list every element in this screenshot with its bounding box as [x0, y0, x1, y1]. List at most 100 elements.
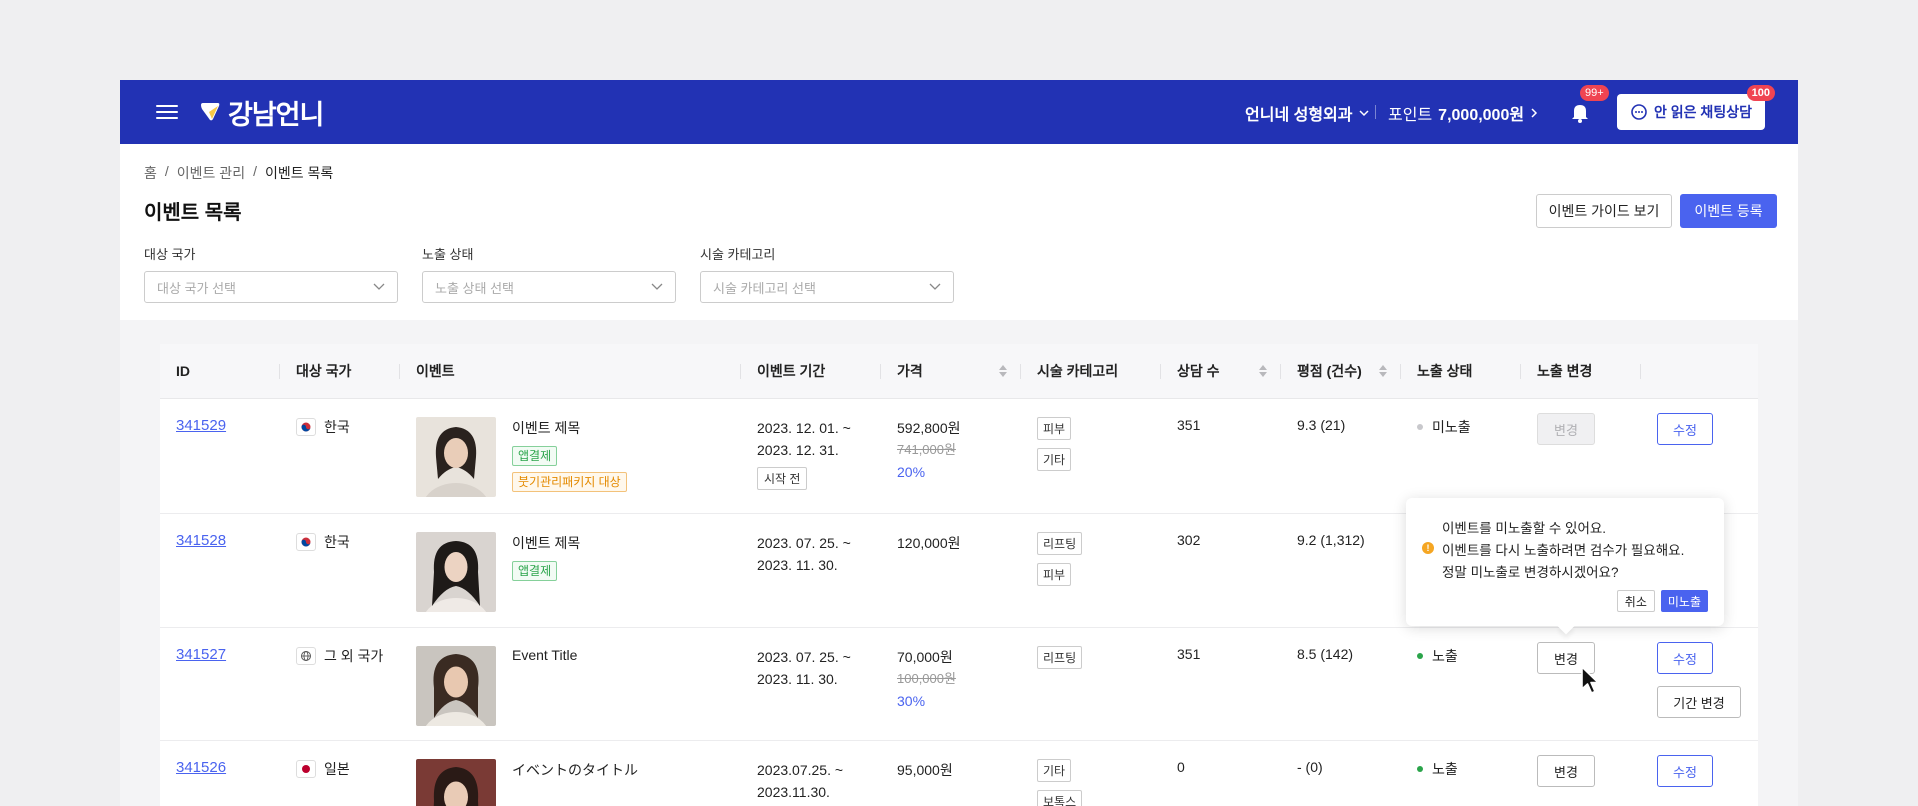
change-exposure-button[interactable]: 변경	[1537, 755, 1595, 787]
chat-badge: 100	[1746, 85, 1775, 101]
country-name: 한국	[324, 419, 350, 435]
column-header-period: 이벤트 기간	[741, 344, 881, 399]
breadcrumb: 홈 / 이벤트 관리 / 이벤트 목록	[144, 163, 333, 183]
column-header-label: 노출 변경	[1537, 363, 1593, 379]
cell-category: 피부 기타	[1021, 399, 1161, 513]
edit-button[interactable]: 수정	[1657, 642, 1713, 674]
event-id-link[interactable]: 341527	[176, 646, 226, 663]
event-thumbnail[interactable]	[416, 759, 496, 806]
filter-exposure: 노출 상태 노출 상태 선택	[422, 244, 676, 303]
breadcrumb-current: 이벤트 목록	[264, 165, 334, 181]
edit-button[interactable]: 수정	[1657, 413, 1713, 445]
cell-actions: 수정 기간 변경	[1641, 628, 1758, 740]
event-id-link[interactable]: 341529	[176, 417, 226, 434]
page-header: 홈 / 이벤트 관리 / 이벤트 목록 이벤트 목록 이벤트 가이드 보기 이벤…	[120, 144, 1798, 320]
event-thumbnail[interactable]	[416, 532, 496, 612]
popover-confirm-hide-button[interactable]: 미노출	[1660, 590, 1708, 612]
cell-id: 341529	[160, 399, 280, 513]
register-event-button[interactable]: 이벤트 등록	[1680, 194, 1777, 228]
column-header-label: 대상 국가	[296, 363, 352, 379]
chat-bubble-icon	[1631, 104, 1647, 120]
event-title: 이벤트 제목	[512, 420, 581, 436]
cell-change: 변경	[1521, 399, 1641, 513]
table-row: 341526 일본 イベントのタイトル 2023.07.25. ~ 2023.1…	[160, 741, 1758, 806]
chat-button-label: 안 읽은 채팅상담	[1654, 104, 1752, 120]
cell-id: 341528	[160, 514, 280, 627]
filter-country: 대상 국가 대상 국가 선택	[144, 244, 398, 303]
column-header-consults[interactable]: 상담 수	[1161, 344, 1281, 399]
cell-consults: 351	[1177, 417, 1201, 433]
top-navigation-bar: 강남언니 언니네 성형외과 포인트 7,000,000원 99+ 안 읽은 채팅…	[120, 80, 1798, 144]
column-header-label: 이벤트 기간	[757, 363, 826, 379]
exposed-status-dot	[1417, 766, 1423, 773]
event-title: Event Title	[512, 647, 578, 663]
points-label: 포인트	[1388, 107, 1433, 124]
logo[interactable]: 강남언니	[198, 94, 324, 130]
cell-consults: 351	[1177, 646, 1201, 662]
tag-app-payment: 앱결제	[512, 561, 558, 581]
sort-icon[interactable]	[1379, 365, 1387, 377]
change-period-button[interactable]: 기간 변경	[1657, 686, 1741, 718]
clinic-selector[interactable]: 언니네 성형외과	[1245, 101, 1369, 125]
cell-id: 341527	[160, 628, 280, 740]
breadcrumb-home[interactable]: 홈	[144, 163, 157, 183]
chevron-down-icon	[651, 283, 663, 290]
event-thumbnail[interactable]	[416, 417, 496, 497]
change-exposure-button[interactable]: 변경	[1537, 413, 1595, 445]
exposed-status-dot	[1417, 653, 1423, 660]
popover-cancel-button[interactable]: 취소	[1616, 590, 1655, 612]
column-header-label: 상담 수	[1177, 363, 1220, 379]
event-thumbnail[interactable]	[416, 646, 496, 726]
column-header-label: 평점 (건수)	[1297, 363, 1362, 379]
notification-bell-icon[interactable]: 99+	[1568, 85, 1609, 124]
cell-price: 592,800원 741,000원 20%	[881, 399, 1021, 513]
table-header: ID 대상 국가 이벤트 이벤트 기간 가격 시술 카테고리 상담 수 평점 (…	[160, 344, 1758, 399]
app-window: 강남언니 언니네 성형외과 포인트 7,000,000원 99+ 안 읽은 채팅…	[120, 80, 1798, 806]
cell-change: 변경	[1521, 741, 1641, 806]
column-header-label: 이벤트	[416, 363, 455, 379]
cell-country: 한국	[280, 399, 400, 513]
category-tag: 피부	[1037, 563, 1072, 586]
event-guide-button[interactable]: 이벤트 가이드 보기	[1536, 194, 1672, 228]
japan-flag-icon	[296, 760, 316, 778]
discount-rate: 30%	[897, 693, 926, 709]
country-select[interactable]: 대상 국가 선택	[144, 271, 398, 303]
column-header-label: 시술 카테고리	[1037, 363, 1119, 379]
hamburger-menu-icon[interactable]	[156, 102, 178, 122]
exposure-select[interactable]: 노출 상태 선택	[422, 271, 676, 303]
hidden-status-dot	[1417, 424, 1423, 431]
edit-button[interactable]: 수정	[1657, 755, 1713, 787]
chevron-right-icon	[1531, 108, 1538, 118]
event-id-link[interactable]: 341528	[176, 532, 226, 549]
breadcrumb-separator: /	[164, 163, 169, 179]
breadcrumb-event-management[interactable]: 이벤트 관리	[177, 163, 245, 183]
period-end: 2023.11.30.	[757, 784, 830, 800]
chevron-down-icon	[1358, 110, 1369, 117]
cell-event: 이벤트 제목 앱결제 붓기관리패키지 대상	[400, 399, 741, 513]
cell-price: 70,000원 100,000원 30%	[881, 628, 1021, 740]
cell-exposure: 미노출	[1401, 399, 1521, 513]
column-header-rating[interactable]: 평점 (건수)	[1281, 344, 1401, 399]
unread-chat-button[interactable]: 안 읽은 채팅상담 100	[1617, 85, 1775, 130]
period-status-badge: 시작 전	[757, 467, 808, 490]
cell-country: 한국	[280, 514, 400, 627]
sort-icon[interactable]	[999, 365, 1007, 377]
cell-rating: 9.2 (1,312)	[1297, 532, 1365, 548]
category-select[interactable]: 시술 카테고리 선택	[700, 271, 954, 303]
country-name: 한국	[324, 534, 350, 550]
tag-app-payment: 앱결제	[512, 446, 558, 466]
price-value: 592,800원	[897, 420, 961, 436]
price-value: 95,000원	[897, 762, 953, 778]
chevron-down-icon	[929, 283, 941, 290]
event-id-link[interactable]: 341526	[176, 759, 226, 776]
globe-icon	[296, 647, 316, 665]
cell-id: 341526	[160, 741, 280, 806]
exposure-status: 노출	[1432, 648, 1458, 664]
column-header-price[interactable]: 가격	[881, 344, 1021, 399]
cell-consults: 0	[1177, 759, 1185, 775]
sort-icon[interactable]	[1259, 365, 1267, 377]
price-value: 70,000원	[897, 649, 953, 665]
points-link[interactable]: 포인트 7,000,000원	[1388, 101, 1538, 125]
chevron-down-icon	[373, 283, 385, 290]
filter-exposure-label: 노출 상태	[422, 247, 474, 262]
